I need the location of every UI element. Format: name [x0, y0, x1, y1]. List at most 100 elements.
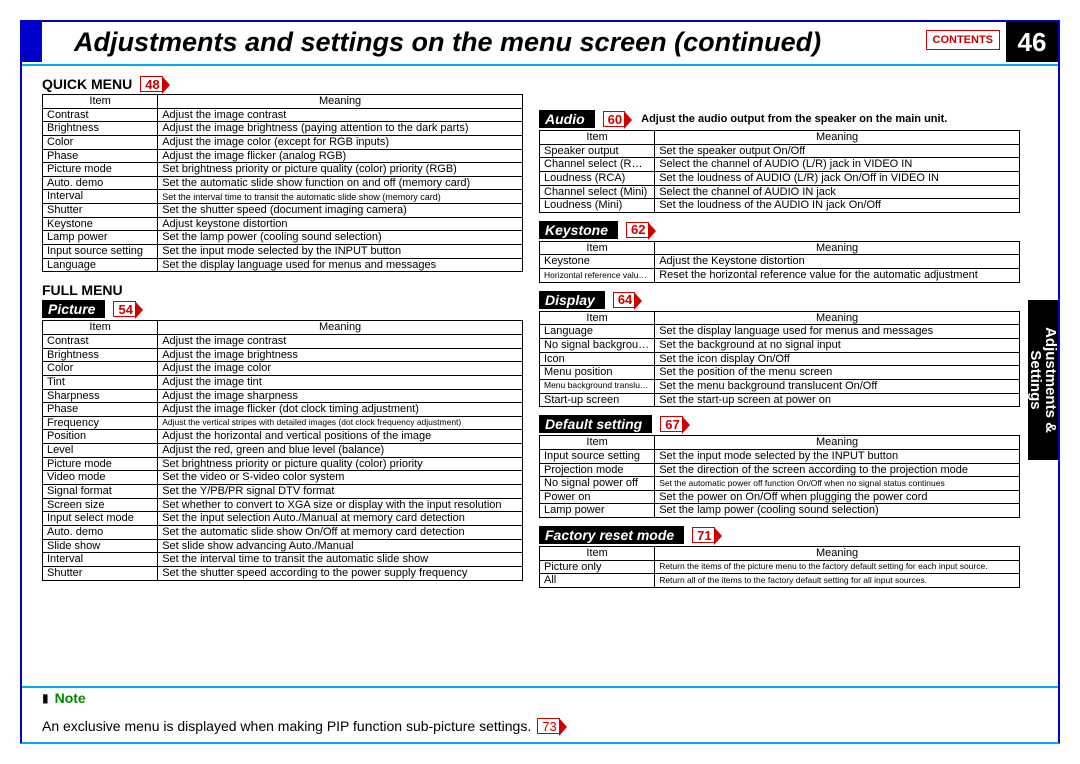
table-header-row: Item Meaning	[43, 321, 523, 335]
table-header-row: ItemMeaning	[540, 436, 1020, 450]
picture-table: Item Meaning ContrastAdjust the image co…	[42, 320, 523, 580]
table-row: ColorAdjust the image color	[43, 362, 523, 376]
page-ref-link[interactable]: 60	[603, 111, 625, 127]
table-row: IntervalSet the interval time to transit…	[43, 553, 523, 567]
default-setting-header: Default setting 67	[539, 415, 1020, 433]
table-row: PhaseAdjust the image flicker (dot clock…	[43, 403, 523, 417]
table-row: Power onSet the power on On/Off when plu…	[540, 490, 1020, 504]
table-row: BrightnessAdjust the image brightness (p…	[43, 122, 523, 136]
display-table: ItemMeaning LanguageSet the display lang…	[539, 311, 1020, 407]
quick-menu-header: QUICK MENU 48	[42, 76, 523, 92]
col-item: Item	[43, 95, 158, 109]
table-row: Signal formatSet the Y/PB/PR signal DTV …	[43, 485, 523, 499]
table-row: ContrastAdjust the image contrast	[43, 334, 523, 348]
table-row: Picture onlyReturn the items of the pict…	[540, 560, 1020, 574]
full-menu-heading: FULL MENU	[42, 282, 123, 298]
page-ref-link[interactable]: 54	[113, 301, 135, 317]
table-row: LanguageSet the display language used fo…	[540, 325, 1020, 339]
note-text: An exclusive menu is displayed when maki…	[42, 718, 531, 734]
audio-table: ItemMeaning Speaker outputSet the speake…	[539, 130, 1020, 213]
table-row: No signal power offSet the automatic pow…	[540, 477, 1020, 491]
table-row: Picture modeSet brightness priority or p…	[43, 457, 523, 471]
page-ref-link[interactable]: 62	[626, 222, 648, 238]
note-icon: ▮	[42, 691, 49, 705]
table-row: FrequencyAdjust the vertical stripes wit…	[43, 416, 523, 430]
table-row: IconSet the icon display On/Off	[540, 352, 1020, 366]
right-column: Audio 60 Adjust the audio output from th…	[539, 70, 1020, 588]
table-row: Loudness (Mini)Set the loudness of the A…	[540, 199, 1020, 213]
left-column: QUICK MENU 48 Item Meaning ContrastAdjus…	[42, 70, 523, 588]
factory-reset-label: Factory reset mode	[539, 526, 684, 544]
table-row: Lamp powerSet the lamp power (cooling so…	[540, 504, 1020, 518]
page-ref-link[interactable]: 48	[140, 76, 162, 92]
table-row: Start-up screenSet the start-up screen a…	[540, 393, 1020, 407]
section-tab-text: Adjustments &Settings	[1028, 327, 1058, 433]
table-row: SharpnessAdjust the image sharpness	[43, 389, 523, 403]
table-row: PositionAdjust the horizontal and vertic…	[43, 430, 523, 444]
table-row: ShutterSet the shutter speed according t…	[43, 566, 523, 580]
table-row: Loudness (RCA)Set the loudness of AUDIO …	[540, 171, 1020, 185]
table-row: TintAdjust the image tint	[43, 375, 523, 389]
keystone-header: Keystone 62	[539, 221, 1020, 239]
factory-reset-header: Factory reset mode 71	[539, 526, 1020, 544]
display-label: Display	[539, 291, 605, 309]
table-header-row: ItemMeaning	[540, 547, 1020, 561]
table-row: BrightnessAdjust the image brightness	[43, 348, 523, 362]
display-header: Display 64	[539, 291, 1020, 309]
page-ref-link[interactable]: 73	[537, 718, 559, 734]
title-accent-bar	[22, 22, 42, 62]
section-tab: Adjustments &Settings	[1028, 300, 1058, 460]
table-row: Lamp powerSet the lamp power (cooling so…	[43, 231, 523, 245]
bottom-divider	[22, 686, 1058, 688]
table-row: LevelAdjust the red, green and blue leve…	[43, 444, 523, 458]
table-row: ContrastAdjust the image contrast	[43, 108, 523, 122]
table-row: ShutterSet the shutter speed (document i…	[43, 204, 523, 218]
table-row: Video modeSet the video or S-video color…	[43, 471, 523, 485]
table-header-row: Item Meaning	[43, 95, 523, 109]
table-row: LanguageSet the display language used fo…	[43, 258, 523, 272]
table-row: KeystoneAdjust the Keystone distortion	[540, 255, 1020, 269]
page-ref-link[interactable]: 71	[692, 527, 714, 543]
full-menu-header: FULL MENU	[42, 282, 523, 298]
quick-menu-table: Item Meaning ContrastAdjust the image co…	[42, 94, 523, 272]
page-ref-link[interactable]: 64	[613, 292, 635, 308]
factory-reset-table: ItemMeaning Picture onlyReturn the items…	[539, 546, 1020, 588]
header: Adjustments and settings on the menu scr…	[44, 22, 821, 62]
picture-label: Picture	[42, 300, 105, 318]
table-row: PhaseAdjust the image flicker (analog RG…	[43, 149, 523, 163]
page-title: Adjustments and settings on the menu scr…	[74, 27, 821, 58]
keystone-label: Keystone	[539, 221, 618, 239]
contents-button[interactable]: CONTENTS	[926, 30, 1001, 50]
table-row: Input select modeSet the input selection…	[43, 512, 523, 526]
table-header-row: ItemMeaning	[540, 241, 1020, 255]
default-setting-label: Default setting	[539, 415, 652, 433]
table-row: ColorAdjust the image color (except for …	[43, 135, 523, 149]
table-row: Speaker outputSet the speaker output On/…	[540, 144, 1020, 158]
table-row: Projection modeSet the direction of the …	[540, 463, 1020, 477]
col-meaning: Meaning	[158, 95, 523, 109]
page-ref-link[interactable]: 67	[660, 416, 682, 432]
table-row: Auto. demoSet the automatic slide show f…	[43, 176, 523, 190]
note-label: Note	[55, 690, 86, 706]
table-row: Menu positionSet the position of the men…	[540, 366, 1020, 380]
default-setting-table: ItemMeaning Input source settingSet the …	[539, 435, 1020, 518]
table-header-row: ItemMeaning	[540, 311, 1020, 325]
table-row: Channel select (Mini)Select the channel …	[540, 185, 1020, 199]
table-row: Auto. demoSet the automatic slide show O…	[43, 525, 523, 539]
table-row: Input source settingSet the input mode s…	[540, 449, 1020, 463]
table-row: Input source settingSet the input mode s…	[43, 245, 523, 259]
keystone-table: ItemMeaning KeystoneAdjust the Keystone …	[539, 241, 1020, 283]
table-row: AllReturn all of the items to the factor…	[540, 574, 1020, 588]
table-row: KeystoneAdjust keystone distortion	[43, 217, 523, 231]
table-row: No signal backgroundSet the background a…	[540, 339, 1020, 353]
content-area: QUICK MENU 48 Item Meaning ContrastAdjus…	[42, 70, 1020, 588]
picture-header: Picture 54	[42, 300, 523, 318]
table-row: Picture modeSet brightness priority or p…	[43, 163, 523, 177]
table-header-row: ItemMeaning	[540, 131, 1020, 145]
page-number: 46	[1006, 22, 1058, 62]
table-row: Horizontal reference value resetReset th…	[540, 269, 1020, 283]
audio-header: Audio 60 Adjust the audio output from th…	[539, 110, 1020, 128]
table-row: Screen sizeSet whether to convert to XGA…	[43, 498, 523, 512]
table-row: Menu background translucentSet the menu …	[540, 379, 1020, 393]
table-row: IntervalSet the interval time to transit…	[43, 190, 523, 204]
